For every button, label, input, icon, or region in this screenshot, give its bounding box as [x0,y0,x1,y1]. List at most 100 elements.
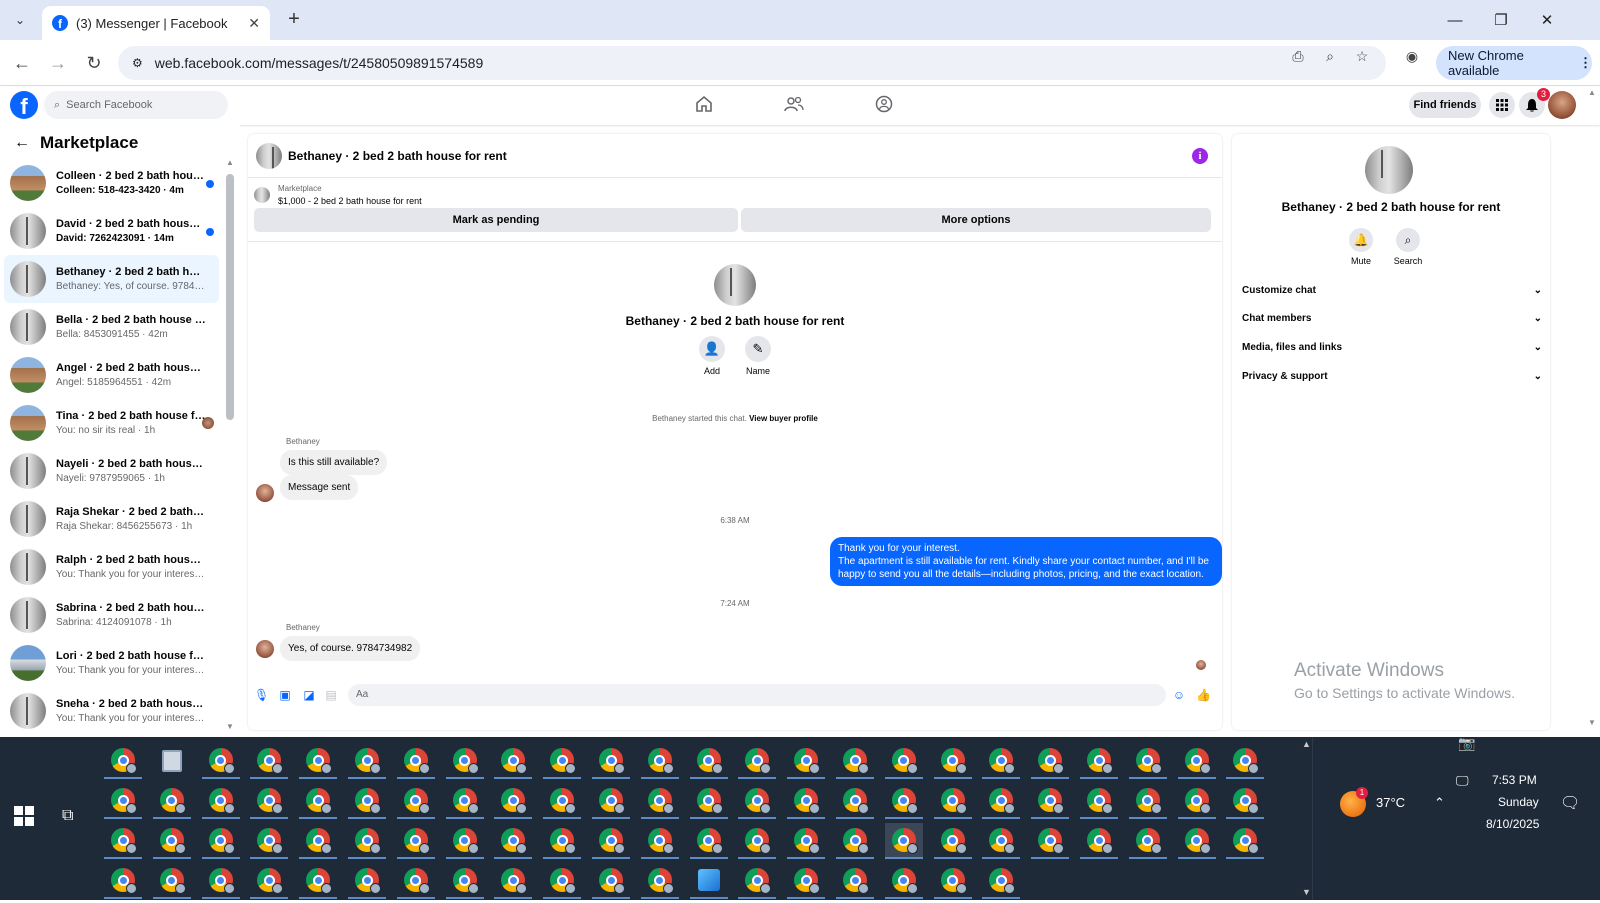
taskbar-chrome-window[interactable] [348,823,386,859]
message-bubble[interactable]: Is this still available? [280,450,388,475]
taskbar-chrome-window[interactable] [592,823,630,859]
reload-button[interactable]: ↻ [82,52,106,76]
chrome-menu-icon[interactable]: ⋮ [1579,55,1592,71]
taskbar-chrome-window[interactable] [543,743,582,779]
taskbar-chrome-window[interactable] [299,743,338,779]
taskbar-chrome-window[interactable] [592,743,630,779]
taskbar-chrome-window[interactable] [250,823,289,859]
taskbar-chrome-window[interactable] [738,783,777,819]
taskbar-chrome-window[interactable] [933,743,972,779]
taskbar-chrome-window[interactable] [1031,823,1070,859]
taskbar-chrome-window[interactable] [396,863,435,899]
taskbar-chrome-window[interactable] [640,783,679,819]
taskbar-chrome-window[interactable] [836,823,874,859]
gif-icon[interactable]: ▤ [324,688,338,702]
taskbar-chrome-window[interactable] [738,823,777,859]
taskbar-chrome-window[interactable] [836,863,874,899]
taskbar-chrome-window[interactable] [1128,823,1167,859]
taskbar-chrome-window[interactable] [1031,783,1070,819]
taskbar-chrome-window[interactable] [104,783,142,819]
bookmark-star-icon[interactable]: ☆ [1352,48,1372,68]
taskbar-chrome-window[interactable] [201,783,240,819]
taskbar-chrome-window[interactable] [787,863,826,899]
clock-day[interactable]: Sunday [1498,795,1539,809]
taskbar-chrome-window[interactable] [787,743,826,779]
more-options-button[interactable]: More options [741,208,1211,232]
minimize-button[interactable]: — [1432,0,1478,40]
taskbar-chrome-window[interactable] [1128,783,1167,819]
taskbar-chrome-window[interactable] [884,863,923,899]
tab-close-icon[interactable]: ✕ [248,15,260,32]
emoji-icon[interactable]: ☺ [1172,688,1186,702]
thumbs-up-icon[interactable]: 👍 [1196,688,1211,702]
privacy-support-section[interactable]: Privacy & support ⌄ [1240,362,1542,390]
mark-as-pending-button[interactable]: Mark as pending [254,208,738,232]
taskbar-chrome-window[interactable] [250,783,289,819]
install-app-icon[interactable]: ⎙ [1288,48,1308,68]
taskbar-chrome-window[interactable] [543,863,582,899]
address-bar[interactable]: ⚙ web.facebook.com/messages/t/2458050989… [118,46,1386,80]
taskbar-chrome-window[interactable] [1226,783,1265,819]
new-chrome-available-button[interactable]: New Chrome available ⋮ [1436,46,1592,80]
taskbar-chrome-window[interactable] [982,863,1021,899]
conversation-item-ralph[interactable]: Ralph · 2 bed 2 bath house for rent You: … [4,543,219,591]
taskbar-chrome-window[interactable] [104,823,142,859]
new-tab-button[interactable]: + [282,8,306,32]
message-input[interactable]: Aa [348,684,1166,706]
forward-button[interactable]: → [46,52,70,76]
taskbar-chrome-window[interactable] [445,743,484,779]
taskbar-chrome-window[interactable] [299,863,338,899]
taskbar-chrome-window[interactable] [689,743,728,779]
account-avatar[interactable] [1548,91,1576,119]
customize-chat-section[interactable]: Customize chat ⌄ [1240,276,1542,304]
taskbar-chrome-window[interactable] [348,743,386,779]
mute-button[interactable]: 🔔 Mute [1341,228,1381,266]
taskbar-chrome-window[interactable] [836,783,874,819]
taskbar-chrome-window[interactable] [201,743,240,779]
facebook-search-input[interactable]: ⌕ Search Facebook [44,91,228,119]
name-chat-button[interactable]: ✎ Name [745,336,771,376]
taskbar-chrome-window[interactable] [787,783,826,819]
scroll-down-icon[interactable]: ▼ [1588,718,1596,727]
taskbar-chrome-window[interactable] [445,863,484,899]
site-info-icon[interactable]: ⚙ [132,56,143,70]
taskbar-chrome-window[interactable] [299,823,338,859]
taskbar-chrome-window[interactable] [933,783,972,819]
tab-search-dropdown[interactable]: ⌄ [8,8,32,32]
taskbar-chrome-window[interactable] [250,743,289,779]
notifications-bell-icon[interactable]: 3 [1519,88,1550,118]
meet-now-icon[interactable]: 📷 [1458,735,1475,752]
taskbar-chrome-window[interactable] [1177,783,1216,819]
taskbar-chrome-window[interactable] [738,743,777,779]
network-icon[interactable]: 🖵 [1456,773,1469,789]
task-view-icon[interactable]: ⧉ [62,807,73,825]
browser-tab[interactable]: f (3) Messenger | Facebook ✕ [42,6,270,40]
photo-icon[interactable]: ▣ [278,688,292,702]
taskbar-chrome-window[interactable] [689,823,728,859]
taskbar-chrome-window[interactable] [250,863,289,899]
zoom-icon[interactable]: ⌕ [1320,48,1340,68]
taskbar-chrome-window[interactable] [152,863,191,899]
chat-avatar[interactable] [256,142,282,169]
chat-list-scrollbar[interactable]: ▲ ▼ [226,158,234,731]
taskbar-chrome-window[interactable] [348,783,386,819]
scroll-up-icon[interactable]: ▲ [1588,88,1600,97]
page-scrollbar[interactable]: ▲ ▼ [1588,88,1600,732]
taskbar-chrome-window[interactable] [1080,823,1118,859]
taskbar-chrome-window[interactable] [396,823,435,859]
taskbar-chrome-window[interactable] [982,823,1021,859]
taskbar-chrome-window[interactable] [152,823,191,859]
sticker-icon[interactable]: ◪ [302,688,316,702]
taskbar-scrollbar[interactable]: ▲ ▼ [1302,737,1312,900]
friends-icon[interactable] [782,95,806,115]
taskbar-chrome-window[interactable] [152,783,191,819]
taskbar-chrome-window[interactable] [933,823,972,859]
clock-time[interactable]: 7:53 PM [1492,773,1537,787]
scroll-up-icon[interactable]: ▲ [1302,739,1311,749]
sender-avatar[interactable] [256,640,274,658]
conversation-item-bella[interactable]: Bella · 2 bed 2 bath house for rent Bella… [4,303,219,351]
taskbar-chrome-window[interactable] [1128,743,1167,779]
taskbar-chrome-window[interactable] [201,863,240,899]
menu-grid-icon[interactable] [1489,92,1515,118]
conversation-item-david[interactable]: David · 2 bed 2 bath house for rent David… [4,207,219,255]
